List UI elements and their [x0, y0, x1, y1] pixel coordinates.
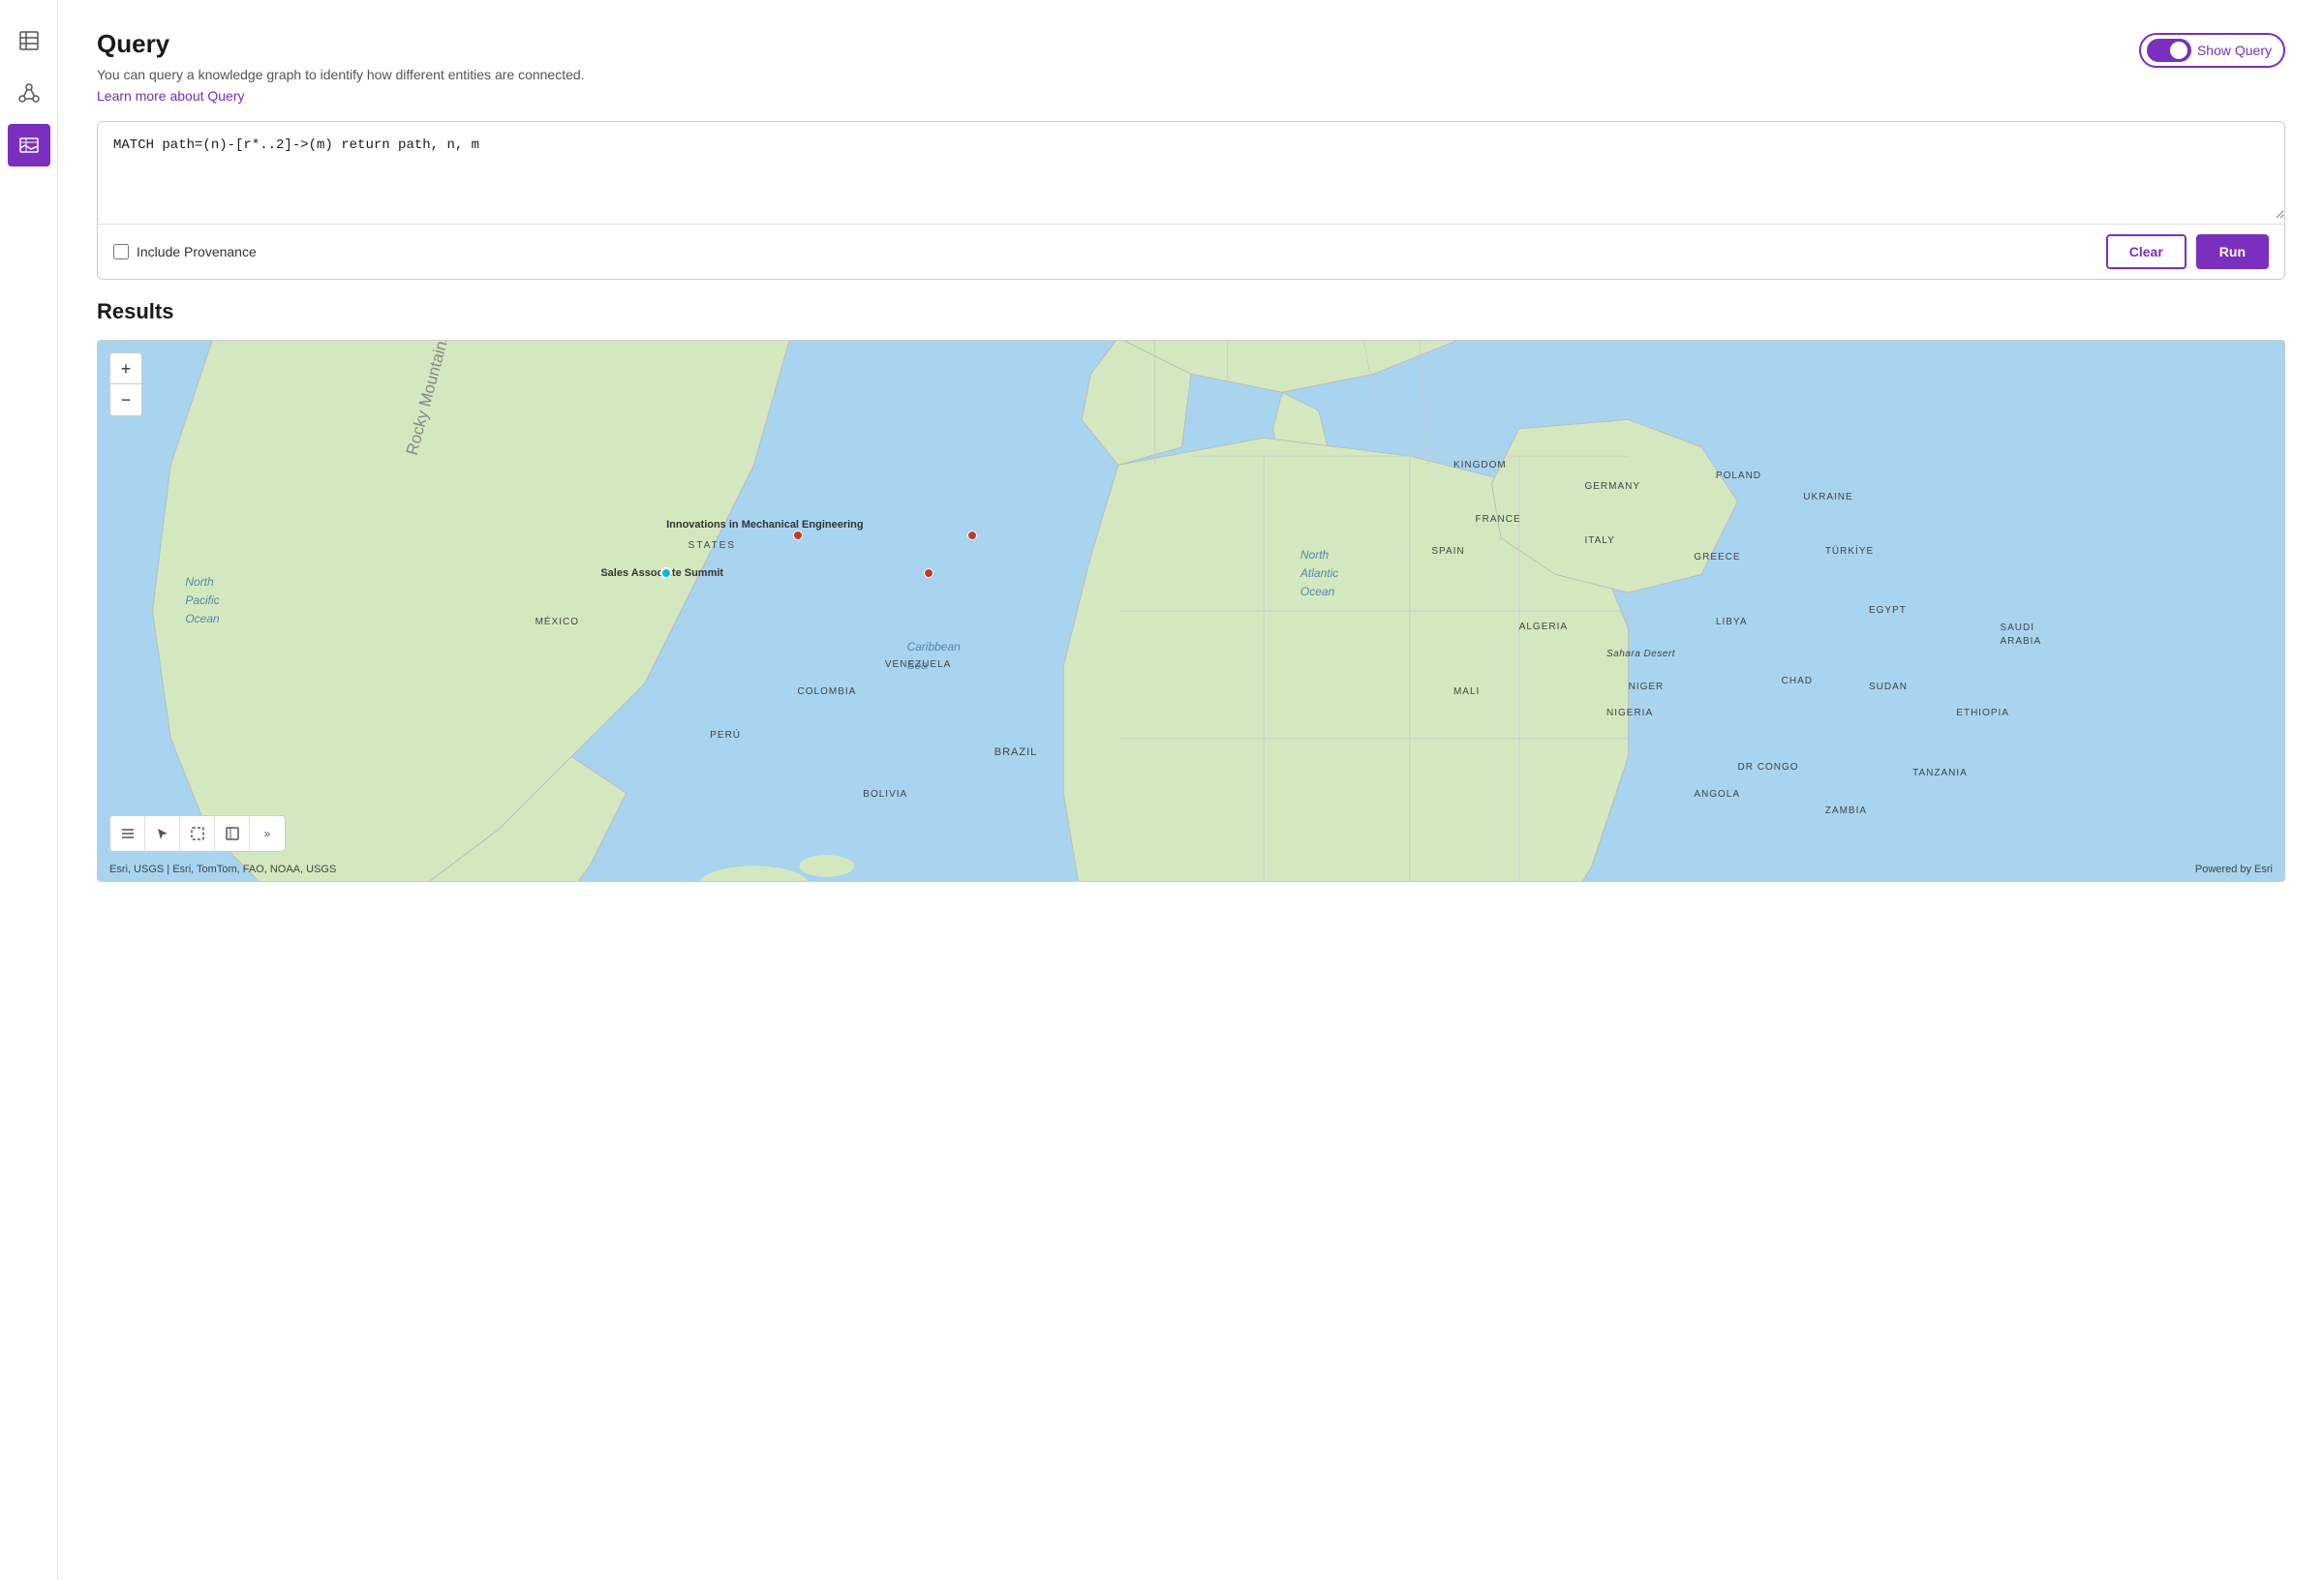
map-dot-3: [924, 568, 933, 578]
include-provenance-checkbox[interactable]: [113, 244, 129, 259]
cursor-button[interactable]: [145, 816, 180, 851]
zoom-in-button[interactable]: +: [110, 353, 141, 384]
more-button[interactable]: »: [250, 816, 285, 851]
results-title: Results: [97, 299, 2285, 324]
clear-button[interactable]: Clear: [2106, 234, 2186, 269]
run-button[interactable]: Run: [2196, 234, 2269, 269]
page-description: You can query a knowledge graph to ident…: [97, 67, 2139, 82]
main-content: Query You can query a knowledge graph to…: [58, 0, 2324, 1580]
zoom-out-button[interactable]: −: [110, 384, 141, 415]
map-attribution-left: Esri, USGS | Esri, TomTom, FAO, NOAA, US…: [109, 864, 336, 875]
query-footer: Include Provenance Clear Run: [98, 224, 2284, 279]
include-provenance-text: Include Provenance: [137, 244, 257, 259]
sidebar: [0, 0, 58, 1580]
query-buttons: Clear Run: [2106, 234, 2269, 269]
list-view-button[interactable]: [110, 816, 145, 851]
select-area-button[interactable]: [180, 816, 215, 851]
query-box: MATCH path=(n)-[r*..2]->(m) return path,…: [97, 121, 2285, 280]
map-container[interactable]: Rocky Mountains Innovations in Mechanica…: [97, 340, 2285, 882]
learn-more-link[interactable]: Learn more about Query: [97, 88, 245, 104]
query-textarea[interactable]: MATCH path=(n)-[r*..2]->(m) return path,…: [98, 122, 2284, 219]
map-toolbar: »: [109, 815, 286, 852]
map-attribution-right: Powered by Esri: [2195, 864, 2273, 875]
sidebar-icon-graph[interactable]: [8, 72, 50, 114]
sidebar-icon-map[interactable]: [8, 124, 50, 167]
show-query-toggle-wrapper[interactable]: Show Query: [2139, 33, 2285, 68]
query-header-left: Query You can query a knowledge graph to…: [97, 29, 2139, 106]
query-header-right: Show Query: [2139, 33, 2285, 68]
map-zoom-controls: + −: [109, 352, 142, 416]
sidebar-icon-table[interactable]: [8, 19, 50, 62]
world-map-svg: Rocky Mountains: [98, 341, 2284, 881]
page-title: Query: [97, 29, 2139, 59]
toggle-slider: [2147, 39, 2191, 62]
expand-button[interactable]: [215, 816, 250, 851]
map-dot-1: [793, 531, 803, 540]
query-header-row: Query You can query a knowledge graph to…: [97, 29, 2285, 106]
show-query-toggle[interactable]: [2147, 39, 2191, 62]
show-query-label: Show Query: [2197, 43, 2272, 58]
map-dot-2: [967, 531, 977, 540]
include-provenance-label[interactable]: Include Provenance: [113, 244, 257, 259]
map-dot-cyan: [660, 567, 672, 579]
